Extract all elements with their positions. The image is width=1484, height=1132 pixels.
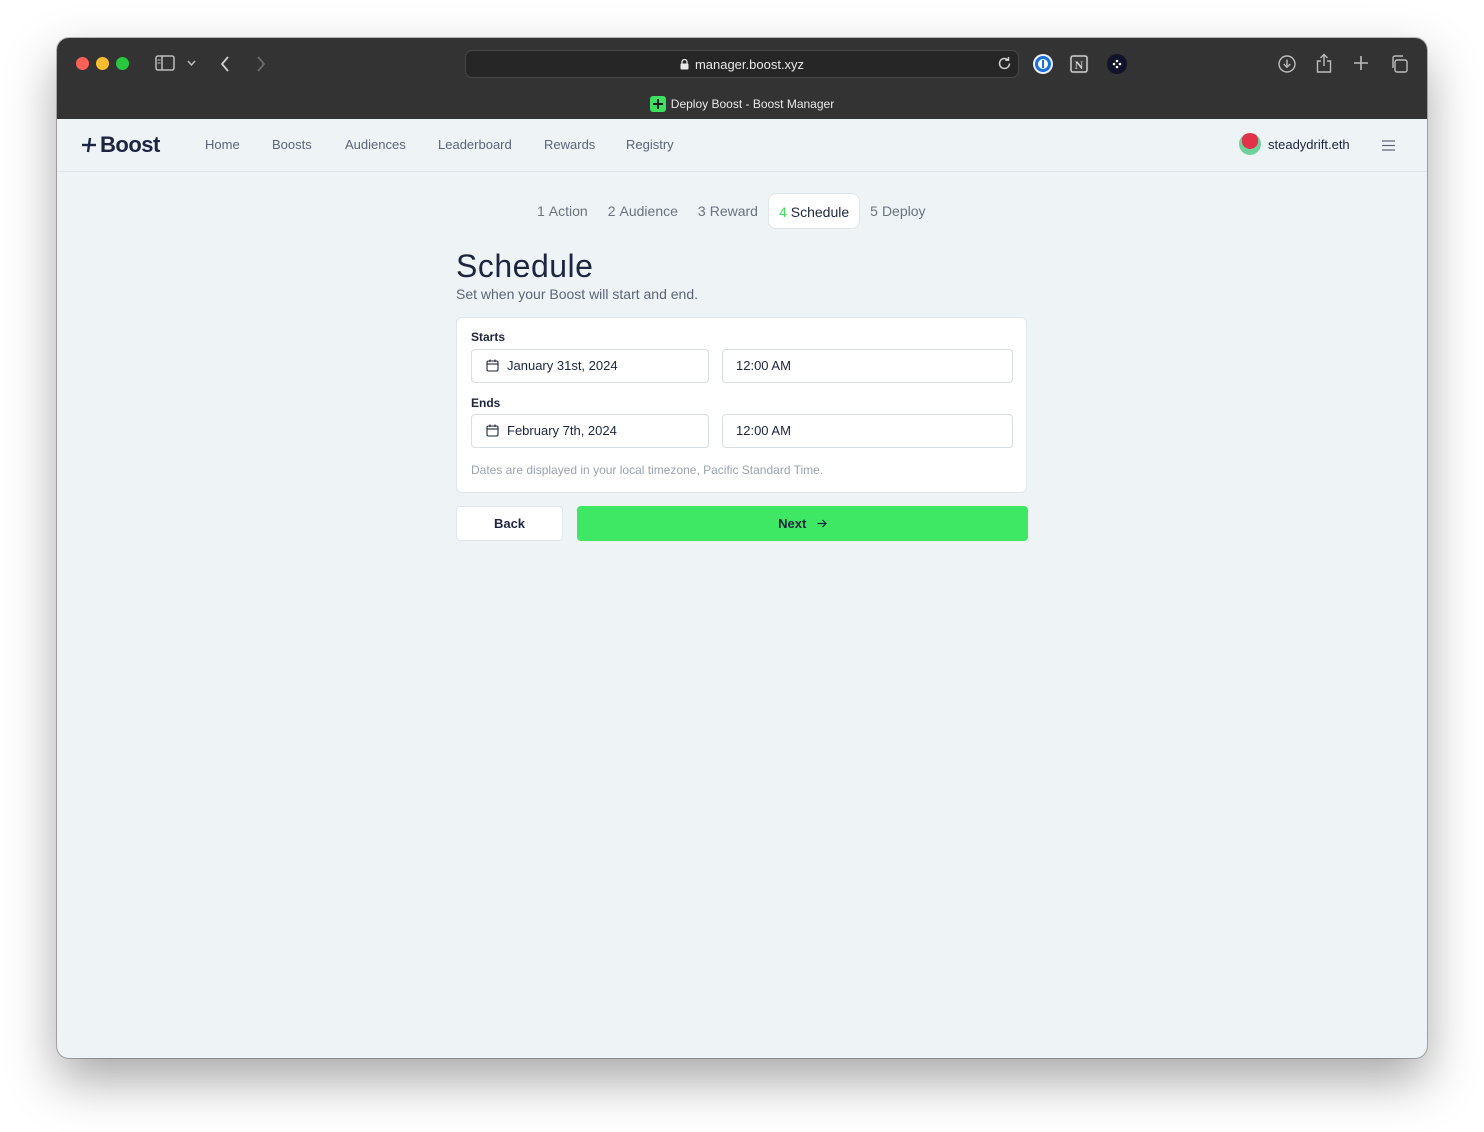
page-title: Schedule <box>456 248 594 284</box>
sidebar-toggle-icon[interactable] <box>155 55 175 71</box>
user-account-button[interactable]: steadydrift.eth <box>1239 133 1350 155</box>
calendar-icon <box>486 417 499 449</box>
notion-extension-icon[interactable]: N <box>1069 54 1089 74</box>
calendar-icon <box>486 352 499 384</box>
tab-title-text: Deploy Boost - Boost Manager <box>670 97 835 111</box>
nav-link-boosts[interactable]: Boosts <box>272 137 312 152</box>
end-date-value: February 7th, 2024 <box>507 423 617 438</box>
svg-text:N: N <box>1075 58 1084 72</box>
share-icon[interactable] <box>1316 53 1332 73</box>
url-text: manager.boost.xyz <box>694 57 805 72</box>
browser-chrome: manager.boost.xyz N Deploy Boost - Boost… <box>57 38 1427 119</box>
site-header: Boost Home Boosts Audiences Leaderboard … <box>57 119 1427 172</box>
end-date-picker[interactable]: February 7th, 2024 <box>471 414 709 448</box>
starts-label: Starts <box>471 330 506 344</box>
end-time-input[interactable]: 12:00 AM <box>722 414 1013 448</box>
lock-icon <box>680 58 689 73</box>
page-subtitle: Set when your Boost will start and end. <box>456 286 699 302</box>
nav-link-home[interactable]: Home <box>205 137 240 152</box>
chevron-down-icon[interactable] <box>187 59 196 67</box>
next-button[interactable]: Next <box>577 506 1028 541</box>
step-audience[interactable]: 2 Audience <box>598 193 688 229</box>
step-reward[interactable]: 3 Reward <box>688 193 768 229</box>
boost-logo[interactable]: Boost <box>81 132 160 158</box>
forward-arrow-icon[interactable] <box>256 56 266 72</box>
arrow-right-icon <box>813 516 827 531</box>
avatar <box>1239 133 1261 155</box>
step-schedule[interactable]: 4 Schedule <box>767 193 861 229</box>
step-action[interactable]: 1 Action <box>527 193 598 229</box>
address-bar[interactable]: manager.boost.xyz <box>465 50 1019 78</box>
nav-link-leaderboard[interactable]: Leaderboard <box>438 137 512 152</box>
download-icon[interactable] <box>1278 55 1296 73</box>
nav-link-registry[interactable]: Registry <box>626 137 674 152</box>
password-manager-extension-icon[interactable] <box>1033 54 1053 74</box>
wallet-extension-icon[interactable] <box>1107 54 1127 74</box>
tab-overview-icon[interactable] <box>1390 55 1408 73</box>
hamburger-menu-icon[interactable] <box>1382 138 1395 156</box>
boost-plus-icon <box>81 132 97 158</box>
nav-link-rewards[interactable]: Rewards <box>544 137 595 152</box>
back-button[interactable]: Back <box>456 506 563 541</box>
browser-window: manager.boost.xyz N Deploy Boost - Boost… <box>57 38 1427 1058</box>
timezone-note: Dates are displayed in your local timezo… <box>471 463 824 477</box>
close-window-button[interactable] <box>76 57 89 70</box>
step-deploy[interactable]: 5 Deploy <box>860 193 935 229</box>
new-tab-plus-icon[interactable] <box>1353 55 1369 71</box>
logo-text: Boost <box>100 132 160 157</box>
reload-icon[interactable] <box>997 56 1012 76</box>
back-arrow-icon[interactable] <box>220 56 230 72</box>
next-button-label: Next <box>778 516 807 531</box>
username: steadydrift.eth <box>1268 136 1350 152</box>
schedule-card: Starts January 31st, 2024 12:00 AM Ends … <box>456 317 1027 493</box>
start-date-value: January 31st, 2024 <box>507 358 618 373</box>
minimize-window-button[interactable] <box>96 57 109 70</box>
start-date-picker[interactable]: January 31st, 2024 <box>471 349 709 383</box>
nav-link-audiences[interactable]: Audiences <box>345 137 406 152</box>
boost-favicon-icon <box>649 96 666 112</box>
active-tab[interactable]: Deploy Boost - Boost Manager <box>57 96 1427 112</box>
start-time-input[interactable]: 12:00 AM <box>722 349 1013 383</box>
maximize-window-button[interactable] <box>116 57 129 70</box>
step-progress: 1 Action 2 Audience 3 Reward 4 Schedule 5 Dep… <box>527 193 936 229</box>
ends-label: Ends <box>471 396 501 410</box>
